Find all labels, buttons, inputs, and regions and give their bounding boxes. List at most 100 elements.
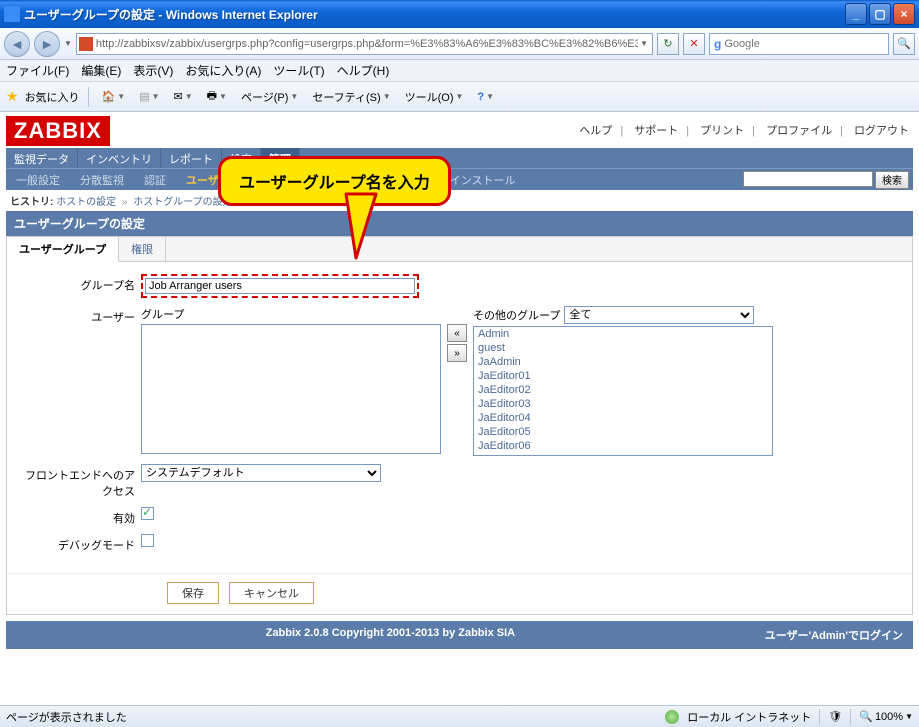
frontend-access-select[interactable]: システムデフォルト <box>141 464 381 482</box>
group-filter-select[interactable]: 全て <box>564 306 754 324</box>
nav-inventory[interactable]: インベントリ <box>78 148 161 168</box>
protected-mode-icon[interactable]: 🛡 <box>828 710 842 723</box>
copyright-text: Zabbix 2.0.8 Copyright 2001-2013 by Zabb… <box>266 627 515 643</box>
top-links: ヘルプ| サポート| プリント| プロファイル| ログアウト <box>575 116 913 138</box>
cancel-button[interactable]: キャンセル <box>229 582 314 604</box>
list-item[interactable]: JaAdmin <box>474 355 772 369</box>
menu-help[interactable]: ヘルプ(H) <box>337 62 390 79</box>
link-support[interactable]: サポート <box>634 125 678 137</box>
zoom-dropdown-icon[interactable]: ▼ <box>905 712 913 721</box>
annotation-callout: ユーザーグループ名を入力 <box>218 156 451 206</box>
enabled-label: 有効 <box>21 507 141 526</box>
breadcrumb: ヒストリ: ホストの設定 » ホストグループの設定 » ダ <box>6 190 913 211</box>
stop-button[interactable]: ✕ <box>683 33 705 55</box>
nav-dropdown-icon[interactable]: ▼ <box>64 39 72 48</box>
save-button[interactable]: 保存 <box>167 582 219 604</box>
url-dropdown-icon[interactable]: ▼ <box>640 39 648 48</box>
tab-usergroup[interactable]: ユーザーグループ <box>7 237 119 262</box>
link-print[interactable]: プリント <box>700 125 744 137</box>
url-input[interactable] <box>96 38 638 50</box>
list-item[interactable]: JaEditor07 <box>474 453 772 456</box>
menu-favorites[interactable]: お気に入り(A) <box>185 62 261 79</box>
ie-toolbar: ★ お気に入り 🏠▼ ▤▼ ✉▼ 🖶▼ ページ(P)▼ セーフティ(S)▼ ツー… <box>0 82 919 112</box>
favorites-label[interactable]: お気に入り <box>25 89 80 105</box>
zabbix-logo[interactable]: ZABBIX <box>6 116 110 146</box>
back-button[interactable]: ◄ <box>4 31 30 57</box>
list-item[interactable]: JaEditor01 <box>474 369 772 383</box>
move-left-button[interactable]: « <box>447 324 467 342</box>
zoom-value: 100% <box>875 711 903 723</box>
link-logout[interactable]: ログアウト <box>854 125 909 137</box>
mail-icon: ✉ <box>174 90 183 103</box>
ie-app-icon <box>4 6 20 22</box>
in-group-listbox[interactable] <box>141 324 441 454</box>
safety-menu[interactable]: セーフティ(S)▼ <box>307 86 395 108</box>
move-right-button[interactable]: » <box>447 344 467 362</box>
tools-menu[interactable]: ツール(O)▼ <box>400 86 469 108</box>
menu-tools[interactable]: ツール(T) <box>273 62 324 79</box>
list-item[interactable]: guest <box>474 341 772 355</box>
debug-checkbox[interactable] <box>141 534 154 547</box>
menu-edit[interactable]: 編集(E) <box>81 62 121 79</box>
search-go-button[interactable]: 🔍 <box>893 33 915 55</box>
nav-reports[interactable]: レポート <box>161 148 222 168</box>
favorites-star-icon[interactable]: ★ <box>6 88 19 105</box>
site-favicon-icon <box>79 37 93 51</box>
status-bar: ページが表示されました ローカル イントラネット 🛡 🔍 100% ▼ <box>0 705 919 727</box>
list-item[interactable]: JaEditor05 <box>474 425 772 439</box>
main-nav: 監視データ インベントリ レポート 設定 管理 <box>6 148 913 168</box>
google-icon: g <box>714 37 721 51</box>
print-button[interactable]: 🖶▼ <box>202 86 232 108</box>
zoom-control[interactable]: 🔍 100% ▼ <box>859 710 913 723</box>
zabbix-search-button[interactable]: 検索 <box>875 171 909 189</box>
subnav-auth[interactable]: 認証 <box>134 168 176 192</box>
help-icon: ? <box>477 91 484 103</box>
close-button[interactable]: × <box>893 3 915 25</box>
menu-view[interactable]: 表示(V) <box>133 62 173 79</box>
subnav-general[interactable]: 一般設定 <box>6 168 70 192</box>
list-item[interactable]: JaEditor02 <box>474 383 772 397</box>
help-button[interactable]: ?▼ <box>472 86 499 108</box>
login-text[interactable]: ユーザー'Admin'でログイン <box>765 627 903 643</box>
list-item[interactable]: JaEditor03 <box>474 397 772 411</box>
page-menu[interactable]: ページ(P)▼ <box>236 86 303 108</box>
debug-label: デバッグモード <box>21 534 141 553</box>
rss-icon: ▤ <box>139 90 149 103</box>
group-name-highlight <box>141 274 419 298</box>
group-name-input[interactable] <box>145 278 415 294</box>
enabled-checkbox[interactable] <box>141 507 154 520</box>
other-groups-listbox[interactable]: AdminguestJaAdminJaEditor01JaEditor02JaE… <box>473 326 773 456</box>
maximize-button[interactable]: ▢ <box>869 3 891 25</box>
breadcrumb-item[interactable]: ホストの設定 <box>56 197 116 208</box>
footer: Zabbix 2.0.8 Copyright 2001-2013 by Zabb… <box>6 621 913 649</box>
list-item[interactable]: JaEditor06 <box>474 439 772 453</box>
mail-button[interactable]: ✉▼ <box>169 86 198 108</box>
section-title: ユーザーグループの設定 <box>6 211 913 236</box>
status-text: ページが表示されました <box>6 709 665 725</box>
home-icon: 🏠 <box>102 90 116 103</box>
link-help[interactable]: ヘルプ <box>579 125 612 137</box>
home-button[interactable]: 🏠▼ <box>97 86 131 108</box>
security-zone[interactable]: ローカル イントラネット <box>687 709 811 725</box>
list-item[interactable]: Admin <box>474 327 772 341</box>
menu-file[interactable]: ファイル(F) <box>6 62 69 79</box>
page-content: ZABBIX ヘルプ| サポート| プリント| プロファイル| ログアウト 監視… <box>0 112 919 706</box>
link-profile[interactable]: プロファイル <box>766 125 832 137</box>
feeds-button[interactable]: ▤▼ <box>134 86 164 108</box>
nav-monitoring[interactable]: 監視データ <box>6 148 78 168</box>
minimize-button[interactable]: _ <box>845 3 867 25</box>
other-groups-label: その他のグループ <box>473 307 560 323</box>
ie-navbar: ◄ ► ▼ ▼ ↻ ✕ g 🔍 <box>0 28 919 60</box>
subnav-dm[interactable]: 分散監視 <box>70 168 134 192</box>
search-input[interactable] <box>724 38 884 50</box>
tab-permissions[interactable]: 権限 <box>119 237 166 261</box>
refresh-button[interactable]: ↻ <box>657 33 679 55</box>
form-panel: ユーザーグループ 権限 グループ名 ユーザー グループ <box>6 236 913 615</box>
subnav-install[interactable]: インストール <box>440 168 526 192</box>
forward-button[interactable]: ► <box>34 31 60 57</box>
search-bar[interactable]: g <box>709 33 889 55</box>
breadcrumb-label: ヒストリ: <box>10 197 53 208</box>
address-bar[interactable]: ▼ <box>76 33 653 55</box>
list-item[interactable]: JaEditor04 <box>474 411 772 425</box>
zabbix-search-input[interactable] <box>743 171 873 187</box>
